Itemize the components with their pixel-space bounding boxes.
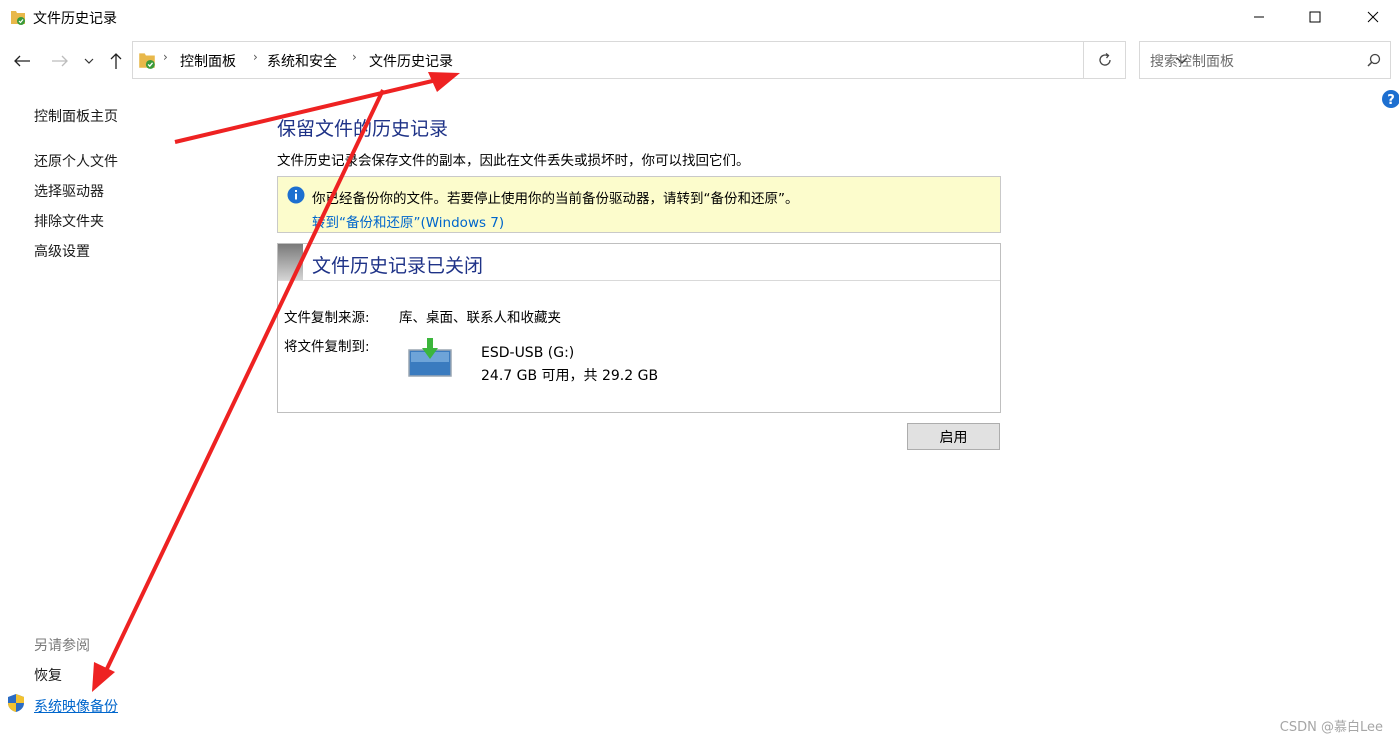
- svg-text:?: ?: [1387, 93, 1395, 108]
- sidebar-item-restore-files[interactable]: 还原个人文件: [34, 151, 118, 171]
- sidebar-item-select-drive[interactable]: 选择驱动器: [34, 181, 104, 201]
- breadcrumb-system-security[interactable]: 系统和安全: [267, 51, 337, 71]
- sidebar-item-advanced-settings[interactable]: 高级设置: [34, 241, 90, 261]
- close-button[interactable]: [1350, 0, 1396, 34]
- watermark: CSDN @慕白Lee: [1279, 720, 1383, 735]
- refresh-button[interactable]: [1084, 41, 1126, 79]
- backup-restore-link[interactable]: 转到“备份和还原”(Windows 7): [312, 211, 504, 231]
- page-description: 文件历史记录会保存文件的副本，因此在文件丢失或损坏时，你可以找回它们。: [277, 153, 750, 169]
- info-message: 你已经备份你的文件。若要停止使用你的当前备份驱动器，请转到“备份和还原”。: [312, 191, 799, 207]
- maximize-icon: [1309, 11, 1321, 23]
- status-header: 文件历史记录已关闭: [278, 244, 1000, 281]
- minimize-icon: [1254, 16, 1264, 18]
- drive-name: ESD-USB (G:): [481, 345, 575, 361]
- breadcrumb-separator: ›: [253, 50, 258, 64]
- minimize-button[interactable]: [1236, 0, 1282, 34]
- status-stripe: [278, 244, 303, 280]
- sidebar-item-home[interactable]: 控制面板主页: [34, 106, 118, 126]
- drive-space: 24.7 GB 可用，共 29.2 GB: [481, 368, 659, 384]
- breadcrumb-separator: ›: [163, 50, 168, 64]
- breadcrumb-file-history[interactable]: 文件历史记录: [369, 51, 453, 71]
- source-value: 库、桌面、联系人和收藏夹: [399, 310, 561, 326]
- forward-button[interactable]: [48, 48, 72, 74]
- sidebar-item-recovery[interactable]: 恢复: [34, 665, 62, 685]
- breadcrumb-separator: ›: [352, 50, 357, 64]
- see-also-header: 另请参阅: [34, 638, 90, 654]
- search-input[interactable]: [1148, 51, 1352, 73]
- title-bar: 文件历史记录: [0, 0, 1399, 36]
- destination-label: 将文件复制到:: [284, 339, 370, 355]
- help-icon[interactable]: ?: [1381, 89, 1399, 109]
- close-icon: [1367, 11, 1379, 23]
- drive-icon: [408, 338, 452, 377]
- recent-locations-button[interactable]: [80, 48, 98, 74]
- up-arrow-icon: [110, 53, 122, 69]
- shield-icon: [8, 694, 24, 712]
- source-label: 文件复制来源:: [284, 310, 370, 326]
- recent-chevron-icon: [84, 58, 94, 64]
- forward-arrow-icon: [52, 55, 68, 67]
- back-button[interactable]: [10, 48, 34, 74]
- status-panel: 文件历史记录已关闭 文件复制来源: 库、桌面、联系人和收藏夹 将文件复制到: E…: [277, 243, 1001, 413]
- status-title: 文件历史记录已关闭: [312, 255, 484, 277]
- up-button[interactable]: [104, 48, 128, 74]
- back-arrow-icon: [14, 55, 30, 67]
- enable-button[interactable]: 启用: [907, 423, 1000, 450]
- maximize-button[interactable]: [1292, 0, 1338, 34]
- window-title: 文件历史记录: [33, 11, 117, 27]
- search-box: [1139, 41, 1391, 79]
- sidebar-item-exclude-folders[interactable]: 排除文件夹: [34, 211, 104, 231]
- info-banner: 你已经备份你的文件。若要停止使用你的当前备份驱动器，请转到“备份和还原”。 转到…: [277, 176, 1001, 233]
- file-history-icon: [139, 53, 155, 69]
- breadcrumb-control-panel[interactable]: 控制面板: [180, 51, 236, 71]
- page-title: 保留文件的历史记录: [277, 118, 449, 140]
- refresh-icon: [1098, 52, 1111, 66]
- sidebar-item-system-image-backup[interactable]: 系统映像备份: [34, 696, 118, 716]
- file-history-icon: [11, 11, 25, 25]
- info-icon: [287, 186, 305, 204]
- search-icon[interactable]: [1367, 53, 1381, 67]
